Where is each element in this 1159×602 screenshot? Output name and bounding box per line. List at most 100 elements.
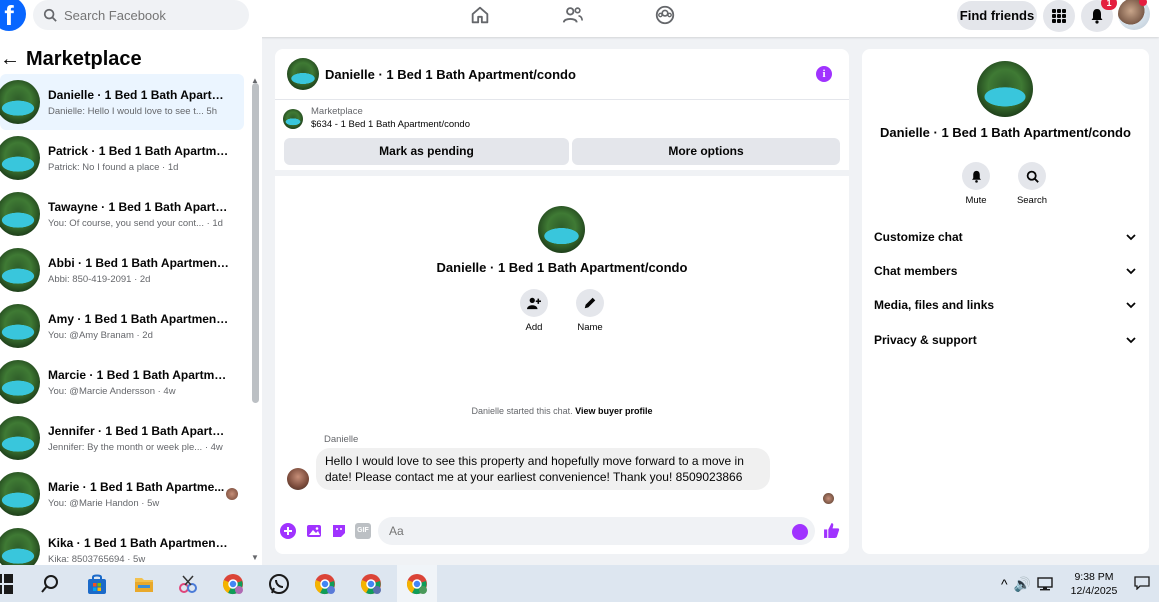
scroll-down-arrow[interactable]: ▼: [251, 553, 259, 562]
listing-summary[interactable]: Marketplace $634 - 1 Bed 1 Bath Apartmen…: [283, 106, 470, 130]
chat-panel: Danielle · 1 Bed 1 Bath Apartment/condo …: [275, 49, 849, 554]
conversation-item[interactable]: Marie · 1 Bed 1 Bath Apartme... You: @Mar…: [0, 466, 244, 522]
listing-thumbnail: [0, 248, 40, 292]
conversation-snippet: You: Of course, you send your cont... · …: [48, 217, 223, 229]
customize-chat-section[interactable]: Customize chat: [874, 227, 1137, 247]
conversation-item[interactable]: Tawayne · 1 Bed 1 Bath Apartme... You: Of…: [0, 186, 244, 242]
conversation-title: Patrick · 1 Bed 1 Bath Apartment...: [48, 143, 230, 158]
conversation-title: Danielle · 1 Bed 1 Bath Apartme...: [48, 87, 230, 102]
menu-grid-button[interactable]: [1043, 0, 1075, 32]
chat-profile-name: Danielle · 1 Bed 1 Bath Apartment/condo: [436, 260, 688, 275]
message-input[interactable]: [378, 517, 815, 545]
back-arrow-icon[interactable]: ←: [0, 48, 20, 71]
listing-source: Marketplace: [311, 106, 363, 117]
conversation-title: Tawayne · 1 Bed 1 Bath Apartme...: [48, 199, 230, 214]
privacy-support-section[interactable]: Privacy & support: [874, 330, 1137, 350]
name-action[interactable]: Name: [560, 289, 620, 333]
notification-center-icon[interactable]: [1134, 576, 1150, 590]
search-input[interactable]: [64, 7, 234, 23]
friends-icon[interactable]: [562, 4, 584, 26]
listing-thumbnail: [0, 136, 40, 180]
listing-thumbnail: [0, 304, 40, 348]
message-bubble[interactable]: Hello I would love to see this property …: [316, 448, 770, 490]
view-buyer-profile-link[interactable]: View buyer profile: [575, 406, 652, 416]
conversation-item[interactable]: Danielle · 1 Bed 1 Bath Apartme... Daniel…: [0, 74, 244, 130]
add-action[interactable]: Add: [504, 289, 564, 333]
edit-name-button[interactable]: [576, 289, 604, 317]
message-composer: GIF: [275, 515, 849, 547]
sticker-icon[interactable]: [331, 523, 347, 539]
system-clock[interactable]: 9:38 PM 12/4/2025: [1063, 570, 1125, 598]
conversation-item[interactable]: Abbi · 1 Bed 1 Bath Apartment/c... Abbi: …: [0, 242, 244, 298]
more-options-button[interactable]: More options: [572, 138, 840, 165]
conversation-item[interactable]: Patrick · 1 Bed 1 Bath Apartment... Patri…: [0, 130, 244, 186]
mark-as-pending-button[interactable]: Mark as pending: [284, 138, 569, 165]
search-in-chat-button[interactable]: [1018, 162, 1046, 190]
chevron-down-icon: [1126, 234, 1136, 241]
inbox-scrollbar[interactable]: [252, 83, 259, 403]
plus-circle-icon[interactable]: [280, 523, 296, 539]
bell-icon: [971, 170, 981, 183]
pencil-icon: [584, 297, 596, 309]
tray-caret-icon[interactable]: ^: [1001, 576, 1008, 593]
photo-icon[interactable]: [306, 523, 322, 539]
chat-title[interactable]: Danielle · 1 Bed 1 Bath Apartment/condo: [325, 67, 576, 82]
listing-thumbnail: [0, 80, 40, 124]
sender-avatar[interactable]: [287, 468, 309, 490]
volume-icon[interactable]: 🔊: [1014, 576, 1031, 593]
conversation-title: Kika · 1 Bed 1 Bath Apartment/c...: [48, 535, 230, 550]
groups-icon[interactable]: [654, 4, 676, 26]
search-icon: [1026, 170, 1039, 183]
conversation-snippet: You: @Marie Handon · 5w: [48, 497, 160, 509]
chat-listing-thumbnail[interactable]: [287, 58, 319, 90]
mute-action[interactable]: Mute: [946, 162, 1006, 206]
conversation-title: Marcie · 1 Bed 1 Bath Apartment...: [48, 367, 230, 382]
chevron-down-icon: [1126, 302, 1136, 309]
conversation-snippet: You: @Marcie Andersson · 4w: [48, 385, 176, 397]
chrome-profile-icon[interactable]: [222, 573, 244, 595]
facebook-logo[interactable]: f: [0, 0, 26, 31]
chevron-down-icon: [1126, 268, 1136, 275]
notification-count-badge: 1: [1101, 0, 1117, 10]
conversation-item[interactable]: Jennifer · 1 Bed 1 Bath Apartmen... Jenni…: [0, 410, 244, 466]
whatsapp-icon[interactable]: [268, 573, 290, 595]
taskbar-search-icon[interactable]: [39, 573, 61, 595]
page-title: Marketplace: [26, 47, 142, 70]
name-label: Name: [577, 322, 603, 333]
microsoft-store-icon[interactable]: [86, 573, 108, 595]
chrome-profile-icon[interactable]: [314, 573, 336, 595]
add-person-button[interactable]: [520, 289, 548, 317]
search-action[interactable]: Search: [1002, 162, 1062, 206]
emoji-icon[interactable]: [792, 524, 808, 540]
clock-date: 12/4/2025: [1070, 585, 1118, 597]
seen-avatar: [226, 488, 238, 500]
mute-label: Mute: [965, 195, 987, 206]
chrome-active-icon[interactable]: [406, 573, 428, 595]
conversation-title: Abbi · 1 Bed 1 Bath Apartment/c...: [48, 255, 230, 270]
snipping-tool-icon[interactable]: [177, 573, 199, 595]
add-person-icon: [527, 297, 541, 310]
chrome-profile-icon[interactable]: [360, 573, 382, 595]
marketplace-header: ← Marketplace: [0, 46, 142, 72]
chat-members-section[interactable]: Chat members: [874, 261, 1137, 281]
network-icon[interactable]: [1037, 576, 1053, 592]
file-explorer-icon[interactable]: [133, 573, 155, 595]
conversation-item[interactable]: Marcie · 1 Bed 1 Bath Apartment... You: @…: [0, 354, 244, 410]
details-name: Danielle · 1 Bed 1 Bath Apartment/condo: [880, 125, 1131, 140]
listing-thumbnail: [0, 192, 40, 236]
mute-button[interactable]: [962, 162, 990, 190]
gif-icon[interactable]: GIF: [355, 523, 371, 539]
home-icon[interactable]: [469, 4, 491, 26]
listing-price-title: $634 - 1 Bed 1 Bath Apartment/condo: [311, 119, 470, 130]
marketplace-inbox-panel: ← Marketplace Danielle · 1 Bed 1 Bath Ap…: [0, 37, 262, 572]
conversation-item[interactable]: Amy · 1 Bed 1 Bath Apartment/c... You: @A…: [0, 298, 244, 354]
info-icon[interactable]: i: [816, 66, 832, 82]
windows-start-icon[interactable]: [0, 573, 14, 595]
conversation-title: Marie · 1 Bed 1 Bath Apartme...: [48, 479, 225, 494]
media-files-links-section[interactable]: Media, files and links: [874, 295, 1137, 315]
thumbs-up-icon[interactable]: [823, 522, 840, 539]
chevron-down-icon: [1126, 337, 1136, 344]
conversation-snippet: You: @Amy Branam · 2d: [48, 329, 153, 341]
facebook-search-box[interactable]: [33, 0, 249, 30]
find-friends-button[interactable]: Find friends: [957, 1, 1037, 30]
